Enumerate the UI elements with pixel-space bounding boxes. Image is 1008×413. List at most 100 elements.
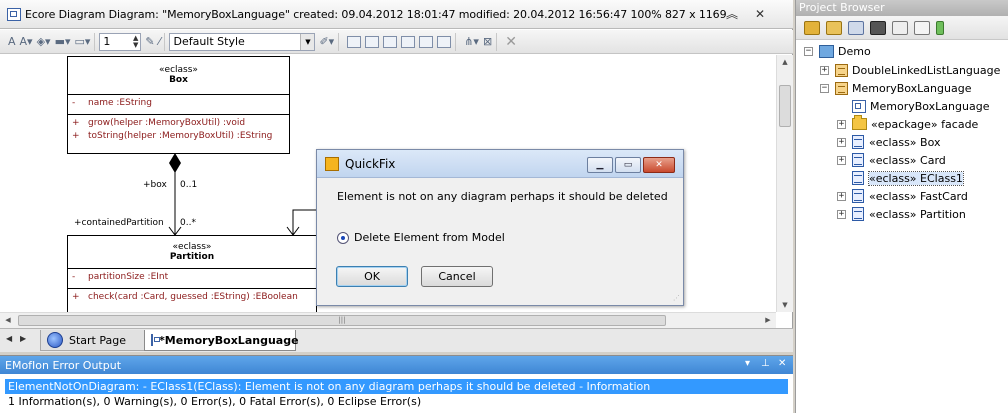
tab-label: *MemoryBoxLanguage — [159, 333, 299, 347]
line-color-icon[interactable]: ▬▾ — [55, 33, 71, 51]
tree-item-demo[interactable]: − Demo — [804, 42, 871, 60]
self-association-line[interactable] — [292, 209, 316, 235]
vertical-scroll-thumb[interactable] — [779, 85, 791, 127]
operation-row[interactable]: + toString(helper :MemoryBoxUtil) :EStrin… — [72, 131, 285, 144]
tree-item-memoryboxlanguage-diagram[interactable]: MemoryBoxLanguage — [837, 97, 989, 115]
tree-item-fastcard[interactable]: + «eclass» FastCard — [837, 187, 968, 205]
vertical-scrollbar[interactable]: ▲ ▼ — [776, 55, 793, 312]
chevron-down-icon[interactable]: ▼ — [300, 33, 315, 50]
style-select[interactable]: Default Style ▼ — [169, 32, 316, 51]
class-stereotype: «eclass» — [172, 242, 212, 252]
toolbar-separator — [338, 32, 340, 51]
panel-menu-icon[interactable]: ▾ — [745, 358, 750, 369]
style-select-value: Default Style — [173, 35, 245, 48]
diagram-icon — [151, 334, 160, 346]
project-browser-title: Project Browser — [796, 0, 1008, 16]
quickfix-dialog: QuickFix ▁ ▭ ✕ Element is not on any dia… — [316, 149, 684, 306]
expand-icon[interactable]: + — [837, 119, 846, 129]
expand-icon[interactable]: + — [837, 191, 846, 201]
class-icon — [852, 135, 864, 149]
collapse-icon[interactable]: − — [804, 46, 813, 56]
project-browser-toolbar — [796, 16, 1008, 40]
error-row-selected[interactable]: ElementNotOnDiagram: - EClass1(EClass): … — [5, 379, 788, 394]
scroll-down-icon[interactable]: ▼ — [777, 298, 793, 312]
tab-next-icon[interactable]: ▶ — [20, 334, 26, 343]
tab-start-page[interactable]: Start Page — [40, 330, 152, 351]
same-size-icon[interactable] — [419, 35, 434, 48]
font-size-icon[interactable]: A▾ — [20, 33, 33, 51]
attribute-row[interactable]: - partitionSize :EInt — [72, 272, 312, 285]
radio-selected[interactable] — [337, 231, 349, 244]
bring-front-icon[interactable] — [437, 35, 452, 48]
tab-memoryboxlanguage[interactable]: *MemoryBoxLanguage — [144, 330, 299, 351]
tree-item-facade[interactable]: + «epackage» facade — [837, 115, 978, 133]
maximize-icon[interactable]: ︽ — [724, 6, 740, 22]
delete-element-option[interactable]: Delete Element from Model — [337, 231, 505, 244]
minimize-button[interactable]: ▁ — [587, 157, 613, 173]
class-box[interactable]: «eclass» Box - name :EString + grow(helper… — [67, 56, 290, 154]
edit-icon[interactable] — [892, 20, 908, 35]
panel-close-icon[interactable]: ✕ — [778, 358, 786, 369]
find-icon[interactable] — [870, 20, 886, 35]
line-style-icon[interactable]: ▭▾ — [74, 33, 90, 51]
ok-button[interactable]: OK — [336, 266, 408, 287]
align-center-icon[interactable] — [365, 35, 380, 48]
dialog-close-button[interactable]: ✕ — [643, 157, 675, 173]
font-icon[interactable]: A — [8, 33, 16, 51]
align-left-icon[interactable] — [347, 35, 362, 48]
highlight-icon[interactable]: ✐▾ — [319, 33, 334, 51]
diagram-icon — [7, 7, 21, 21]
expand-icon[interactable]: + — [837, 137, 846, 147]
properties-icon[interactable] — [914, 20, 930, 35]
class-icon — [852, 171, 864, 185]
class-icon — [852, 189, 864, 203]
spinner-arrows-icon[interactable]: ▲ ▼ — [133, 34, 140, 49]
project-browser: Project Browser − Demo + DoubleLinkedLis… — [795, 0, 1008, 413]
operation-row[interactable]: + grow(helper :MemoryBoxUtil) :void — [72, 118, 285, 131]
line-width-spinner[interactable]: 1 ▲ ▼ — [99, 32, 142, 51]
tree-item-partition[interactable]: + «eclass» Partition — [837, 205, 966, 223]
scroll-right-icon[interactable]: ▶ — [760, 313, 776, 328]
scroll-left-icon[interactable]: ◀ — [0, 313, 16, 328]
pipette-icon[interactable]: ⁄ — [159, 33, 161, 51]
align-bottom-icon[interactable] — [401, 35, 416, 48]
tree-item-memoryboxlanguage[interactable]: − MemoryBoxLanguage — [820, 79, 971, 97]
operations-section: + grow(helper :MemoryBoxUtil) :void + toSt… — [68, 114, 289, 147]
attributes-section: - name :EString — [68, 94, 289, 114]
document-tab-bar: ◀ ▶ Start Page *MemoryBoxLanguage — [0, 328, 793, 352]
auto-layout-icon[interactable]: ⊠ — [483, 33, 492, 51]
toolbar-separator — [94, 32, 96, 51]
new-diagram-icon[interactable] — [848, 20, 864, 35]
delete-icon[interactable]: ✕ — [505, 33, 517, 51]
attribute-row[interactable]: - name :EString — [72, 98, 285, 111]
cancel-button[interactable]: Cancel — [421, 266, 493, 287]
fill-color-icon[interactable]: ◈▾ — [37, 33, 51, 51]
collapse-icon[interactable]: − — [820, 83, 829, 93]
tree-item-eclass1[interactable]: «eclass» EClass1 — [837, 169, 964, 187]
tab-prev-icon[interactable]: ◀ — [6, 334, 12, 343]
horizontal-scrollbar[interactable]: ◀ ||| ▶ — [0, 312, 776, 328]
new-package-icon[interactable] — [826, 20, 842, 35]
tree-item-doublelinkedlistlanguage[interactable]: + DoubleLinkedListLanguage — [820, 61, 1000, 79]
tree-item-box[interactable]: + «eclass» Box — [837, 133, 940, 151]
format-painter-icon[interactable]: ✎ — [145, 33, 154, 51]
align-top-icon[interactable] — [383, 35, 398, 48]
expand-icon[interactable]: + — [837, 155, 846, 165]
horizontal-scroll-thumb[interactable]: ||| — [18, 315, 666, 326]
scroll-up-icon[interactable]: ▲ — [777, 55, 793, 69]
close-icon[interactable]: ✕ — [752, 6, 768, 22]
operation-row[interactable]: + check(card :Card, guessed :EString) :EB… — [72, 292, 312, 305]
attributes-section: - partitionSize :EInt — [68, 268, 316, 288]
pin-icon[interactable]: ⊥ — [761, 358, 770, 369]
expand-icon[interactable]: + — [837, 209, 846, 219]
start-page-icon — [47, 332, 63, 348]
resize-grip-icon[interactable]: ⋰ — [673, 294, 680, 302]
layout-tree-icon[interactable]: ⋔▾ — [464, 33, 479, 51]
maximize-button[interactable]: ▭ — [615, 157, 641, 173]
source-multiplicity-label: 0..1 — [180, 180, 198, 190]
tree-item-card[interactable]: + «eclass» Card — [837, 151, 946, 169]
expand-icon[interactable]: + — [820, 65, 829, 75]
class-partition[interactable]: «eclass» Partition - partitionSize :EInt … — [67, 235, 317, 312]
new-model-icon[interactable] — [804, 20, 820, 35]
move-up-icon[interactable] — [936, 20, 944, 35]
